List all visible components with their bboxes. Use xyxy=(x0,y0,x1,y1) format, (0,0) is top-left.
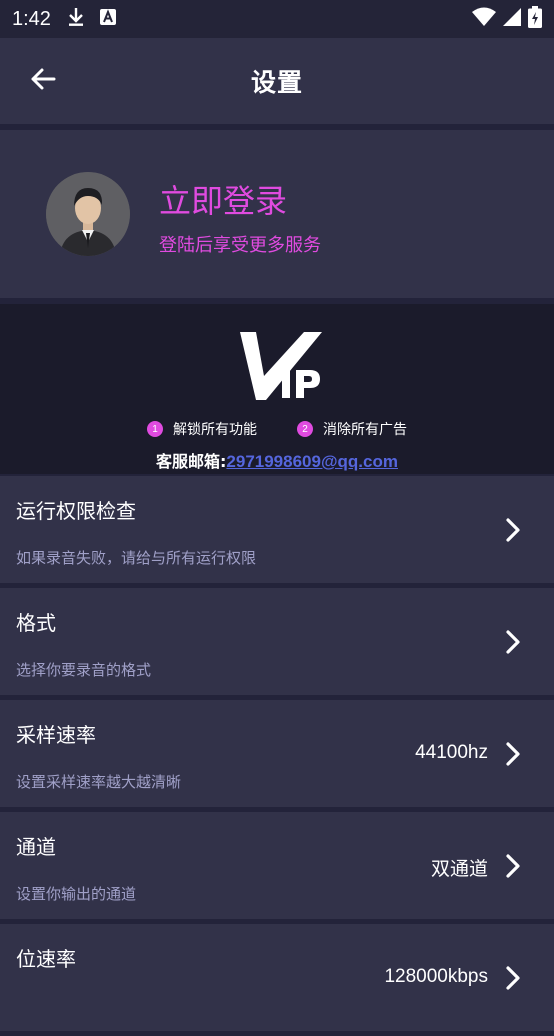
wifi-icon xyxy=(472,7,496,31)
setting-sample-rate[interactable]: 采样速率 设置采样速率越大越清晰 44100hz xyxy=(0,700,554,807)
battery-icon xyxy=(528,6,542,32)
chevron-right-icon xyxy=(502,740,524,768)
setting-title: 采样速率 xyxy=(16,723,96,747)
setting-description: 设置你输出的通道 xyxy=(16,885,137,903)
setting-bitrate[interactable]: 位速率 128000kbps xyxy=(0,924,554,1031)
feature-label: 解锁所有功能 xyxy=(173,422,257,438)
accessibility-a-icon xyxy=(99,8,117,30)
login-title: 立即登录 xyxy=(159,182,288,220)
status-time: 1:42 xyxy=(12,7,51,30)
chevron-right-icon xyxy=(502,964,524,992)
user-avatar[interactable] xyxy=(46,172,130,256)
login-card[interactable]: 立即登录 登陆后享受更多服务 xyxy=(0,130,554,298)
contact-email-line: 客服邮箱:2971998609@qq.com xyxy=(0,448,554,472)
setting-description: 如果录音失败，请给与所有运行权限 xyxy=(16,549,257,567)
vip-logo xyxy=(238,330,324,402)
vip-feature: 1 解锁所有功能 xyxy=(147,418,257,440)
app-bar: 设置 xyxy=(0,38,554,124)
contact-label: 客服邮箱: xyxy=(156,452,227,471)
setting-value: 128000kbps xyxy=(384,966,488,987)
settings-list: 运行权限检查 如果录音失败，请给与所有运行权限 格式 选择你要录音的格式 采样速… xyxy=(0,476,554,1036)
vip-features: 1 解锁所有功能 2 消除所有广告 xyxy=(0,418,554,440)
feature-number-badge: 2 xyxy=(297,421,313,437)
chevron-right-icon xyxy=(502,516,524,544)
page-title: 设置 xyxy=(250,68,303,97)
download-icon xyxy=(67,7,85,31)
setting-description: 设置采样速率越大越清晰 xyxy=(16,773,182,791)
signal-icon xyxy=(502,7,522,31)
status-left-icons xyxy=(67,7,117,31)
feature-number-badge: 1 xyxy=(147,421,163,437)
setting-title: 通道 xyxy=(16,835,56,859)
setting-value: 44100hz xyxy=(415,742,488,763)
vip-section: 1 解锁所有功能 2 消除所有广告 客服邮箱:2971998609@qq.com xyxy=(0,304,554,474)
setting-title: 运行权限检查 xyxy=(16,499,136,523)
setting-permission-check[interactable]: 运行权限检查 如果录音失败，请给与所有运行权限 xyxy=(0,476,554,583)
setting-format[interactable]: 格式 选择你要录音的格式 xyxy=(0,588,554,695)
setting-channel[interactable]: 通道 设置你输出的通道 双通道 xyxy=(0,812,554,919)
feature-label: 消除所有广告 xyxy=(323,422,407,438)
contact-email-link[interactable]: 2971998609@qq.com xyxy=(226,452,398,471)
chevron-right-icon xyxy=(502,852,524,880)
setting-value: 双通道 xyxy=(430,859,488,880)
setting-description: 选择你要录音的格式 xyxy=(16,661,152,679)
vip-feature: 2 消除所有广告 xyxy=(297,418,407,440)
status-bar: 1:42 xyxy=(0,0,554,38)
chevron-right-icon xyxy=(502,628,524,656)
setting-title: 格式 xyxy=(16,611,56,635)
login-subtitle: 登陆后享受更多服务 xyxy=(159,235,321,256)
setting-title: 位速率 xyxy=(16,947,76,971)
status-right-icons xyxy=(472,6,542,32)
